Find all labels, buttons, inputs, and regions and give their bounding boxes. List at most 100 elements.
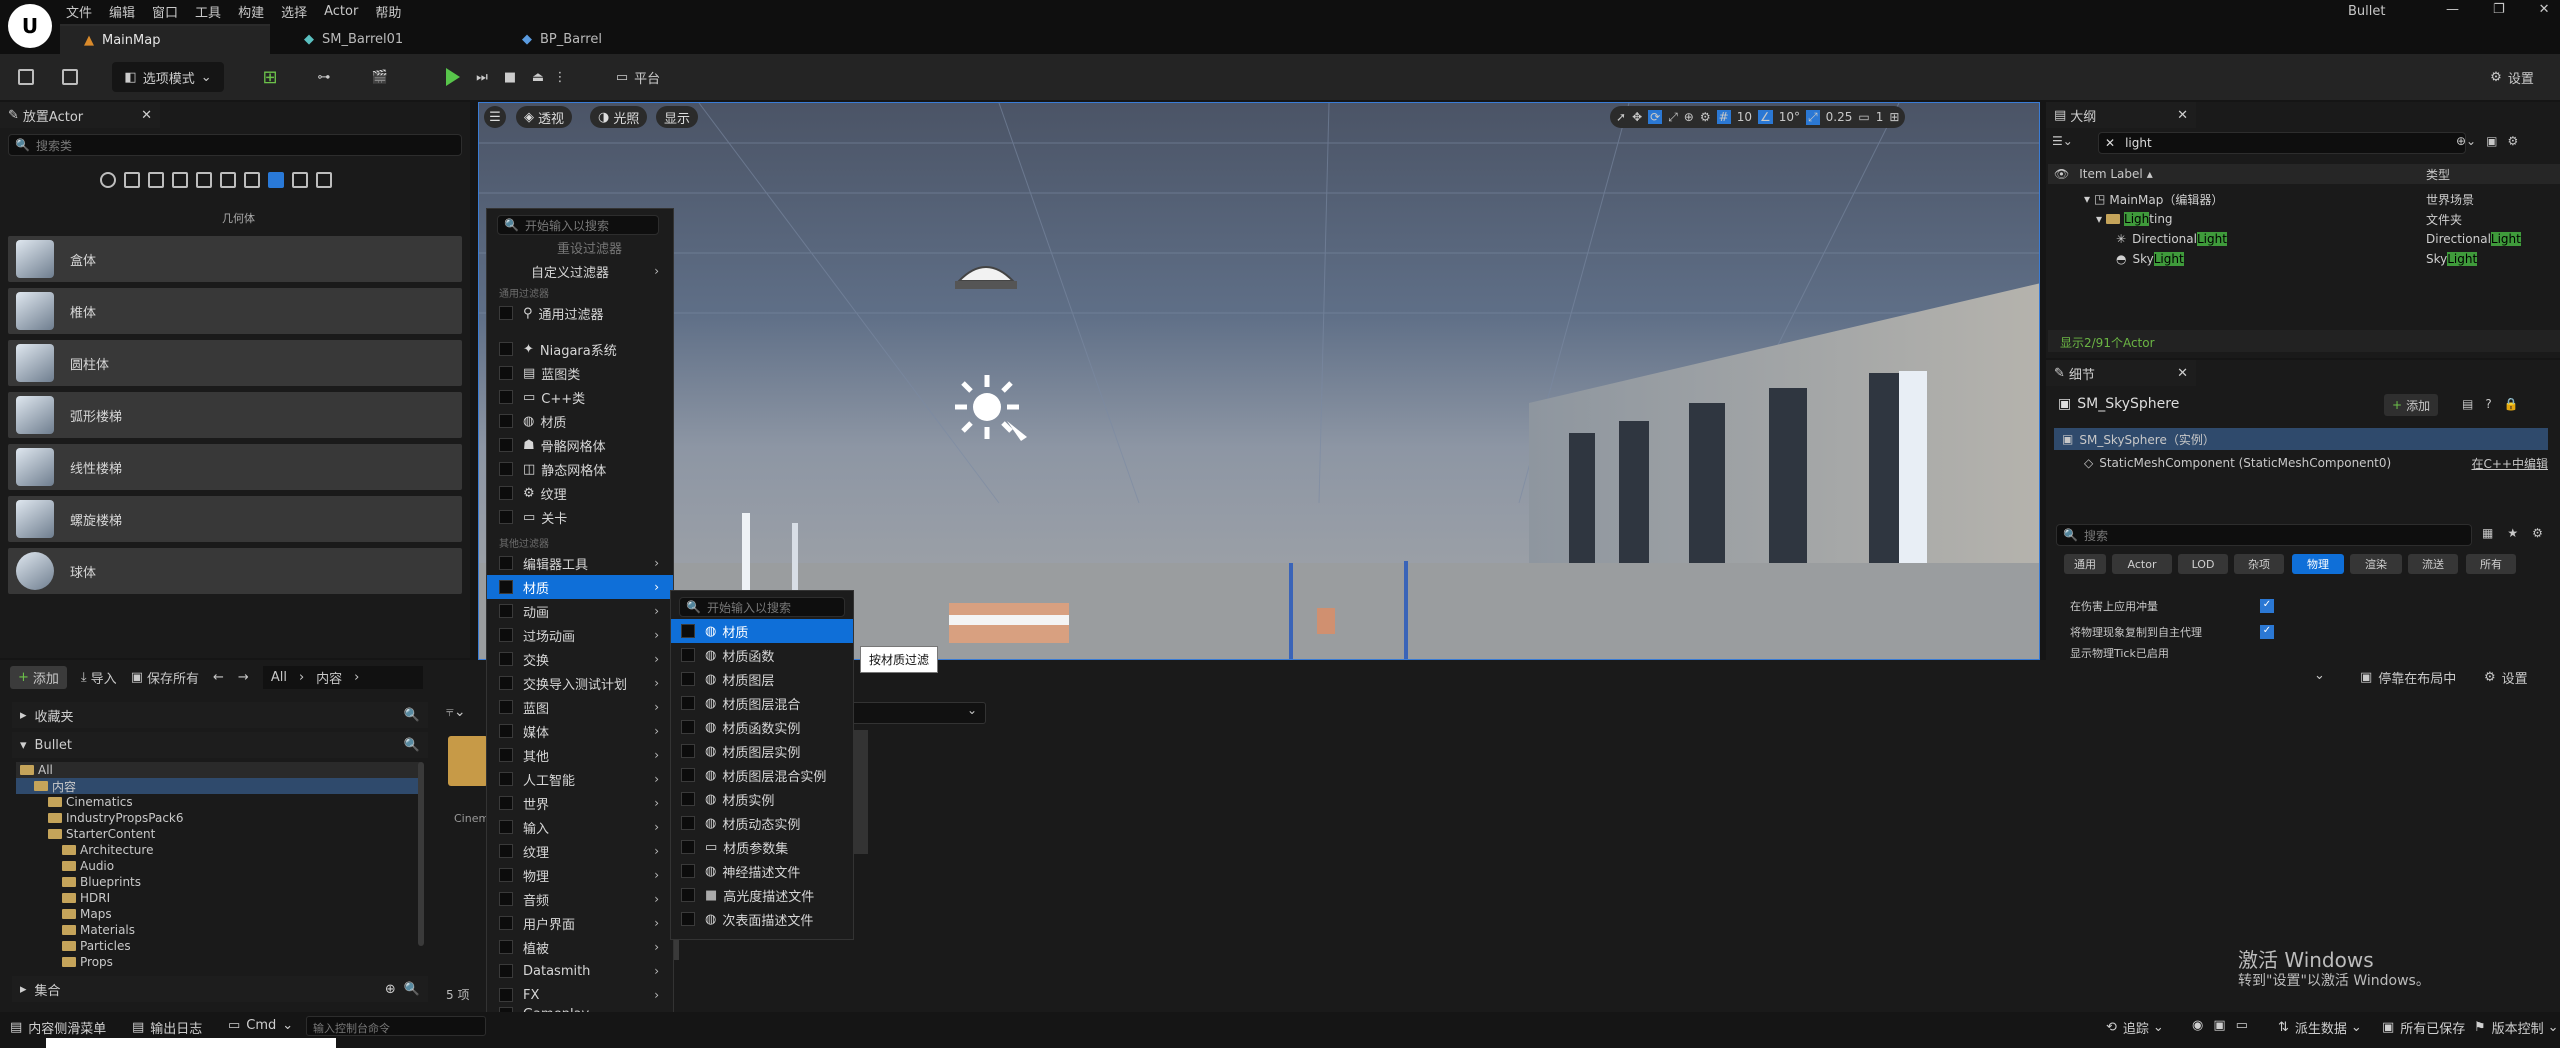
submenu-ai[interactable]: 人工智能 › bbox=[487, 767, 673, 791]
tab-sm-barrel01[interactable]: ◆ SM_Barrel01 bbox=[280, 24, 480, 54]
actor-search-input[interactable]: 🔍 搜索类 bbox=[8, 134, 462, 156]
submenu-media[interactable]: 媒体 › bbox=[487, 719, 673, 743]
collections-header[interactable]: ▸ 集合 ⊕ 🔍 bbox=[12, 976, 428, 1002]
clear-search-icon[interactable]: ✕ bbox=[2105, 136, 2115, 150]
submenu-interchange-test[interactable]: 交换导入测试计划 › bbox=[487, 671, 673, 695]
col-label[interactable]: Item Label bbox=[2079, 167, 2143, 181]
checkbox[interactable] bbox=[681, 888, 695, 902]
select-tool-icon[interactable]: ➚ bbox=[1616, 110, 1626, 124]
filter-niagara[interactable]: ✦ Niagara系统 bbox=[487, 337, 673, 361]
custom-filters-item[interactable]: 自定义过滤器 › bbox=[487, 259, 673, 283]
console-input[interactable]: 输入控制台命令 bbox=[306, 1016, 486, 1036]
category-general[interactable]: 通用 bbox=[2064, 554, 2106, 574]
submenu-physics[interactable]: 物理 › bbox=[487, 863, 673, 887]
back-icon[interactable]: ← bbox=[213, 670, 224, 685]
checkbox[interactable] bbox=[681, 744, 695, 758]
add-filter-icon[interactable]: ⊕⌄ bbox=[2456, 134, 2476, 148]
tree-item[interactable]: Maps bbox=[16, 906, 420, 922]
monitor-icon[interactable]: ▭ bbox=[2236, 1018, 2248, 1033]
filter-level[interactable]: ▭ 关卡 bbox=[487, 505, 673, 529]
maximize-viewport-icon[interactable]: ⊞ bbox=[1889, 110, 1899, 124]
mode-select-button[interactable]: ◧ 选项模式 ⌄ bbox=[112, 62, 224, 92]
component-instance-row[interactable]: ▣ SM_SkySphere（实例） bbox=[2054, 428, 2548, 450]
checkbox[interactable] bbox=[681, 648, 695, 662]
perspective-button[interactable]: ◈ 透视 bbox=[516, 106, 573, 128]
visual-effects-icon[interactable] bbox=[196, 172, 212, 188]
geometry-icon[interactable] bbox=[268, 172, 284, 188]
checkbox[interactable] bbox=[499, 486, 513, 500]
material-filter-item[interactable]: ◍ 材质 bbox=[671, 619, 853, 643]
submenu-animation[interactable]: 动画 › bbox=[487, 599, 673, 623]
filter-cpp[interactable]: ▭ C++类 bbox=[487, 385, 673, 409]
checkbox[interactable] bbox=[499, 892, 513, 906]
checkbox[interactable] bbox=[681, 864, 695, 878]
filter-blueprint[interactable]: ▤ 蓝图类 bbox=[487, 361, 673, 385]
checkbox[interactable] bbox=[499, 628, 513, 642]
stop-button[interactable]: ■ bbox=[498, 62, 522, 92]
lock-icon[interactable]: 🔒 bbox=[2504, 397, 2519, 411]
filter-skeletal-mesh[interactable]: ☗ 骨骼网格体 bbox=[487, 433, 673, 457]
component-row[interactable]: ◇ StaticMeshComponent (StaticMeshComponen… bbox=[2054, 452, 2548, 474]
checkbox[interactable] bbox=[499, 556, 513, 570]
outliner-row[interactable]: ◓ Sky Light SkyLight bbox=[2048, 249, 2560, 269]
checkbox-checked[interactable]: ✓ bbox=[2260, 625, 2274, 639]
dock-in-layout-button[interactable]: ▣ 停靠在布局中 bbox=[2360, 668, 2456, 687]
outliner-row[interactable]: ▾ ◳ MainMap（编辑器） 世界场景 bbox=[2048, 189, 2560, 209]
favorites-header[interactable]: ▸ 收藏夹 🔍 bbox=[12, 702, 428, 728]
menu-edit[interactable]: 编辑 bbox=[109, 2, 152, 21]
tree-item[interactable]: HDRI bbox=[16, 890, 420, 906]
all-saved-button[interactable]: ▣ 所有已保存 bbox=[2382, 1018, 2465, 1037]
tree-item[interactable]: All bbox=[16, 762, 420, 778]
checkbox[interactable] bbox=[499, 510, 513, 524]
grid-snap-icon[interactable]: # bbox=[1716, 110, 1731, 124]
content-browser-icon[interactable] bbox=[58, 62, 82, 92]
rotate-tool-icon[interactable]: ⟳ bbox=[1648, 110, 1663, 124]
cinematics-button[interactable]: 🎬 bbox=[360, 62, 400, 92]
add-component-button[interactable]: + 添加 bbox=[2384, 394, 2439, 416]
play-button[interactable] bbox=[440, 62, 466, 92]
submenu-other[interactable]: 其他 › bbox=[487, 743, 673, 767]
world-space-icon[interactable]: ⊕ bbox=[1684, 110, 1694, 124]
category-misc[interactable]: 杂项 bbox=[2234, 554, 2284, 574]
close-icon[interactable]: ✕ bbox=[141, 108, 152, 123]
scale-tool-icon[interactable]: ⤢ bbox=[1668, 110, 1678, 125]
add-collection-icon[interactable]: ⊕ bbox=[385, 982, 396, 997]
checkbox[interactable] bbox=[499, 700, 513, 714]
project-header[interactable]: ▾ Bullet 🔍 bbox=[12, 732, 428, 758]
outliner-row[interactable]: ▾ Ligh ting 文件夹 bbox=[2048, 209, 2560, 229]
visibility-icon[interactable]: 👁 bbox=[2054, 167, 2069, 181]
recent-icon[interactable] bbox=[100, 172, 116, 188]
category-streaming[interactable]: 流送 bbox=[2408, 554, 2458, 574]
minimize-button[interactable]: — bbox=[2446, 2, 2459, 17]
shapes-icon[interactable] bbox=[292, 172, 308, 188]
close-icon[interactable]: ✕ bbox=[2177, 366, 2188, 381]
record-icon[interactable]: ◉ bbox=[2192, 1018, 2203, 1033]
search-icon[interactable]: 🔍 bbox=[404, 708, 420, 723]
output-log-button[interactable]: ▤ 输出日志 bbox=[132, 1018, 202, 1037]
tree-item[interactable]: Blueprints bbox=[16, 874, 420, 890]
checkbox[interactable] bbox=[499, 844, 513, 858]
help-icon[interactable]: ? bbox=[2485, 397, 2491, 411]
grid-snap-value[interactable]: 10 bbox=[1737, 110, 1752, 124]
blueprint-icon[interactable]: ▤ bbox=[2462, 397, 2473, 411]
platform-button[interactable]: ▭ 平台 bbox=[602, 62, 674, 92]
submenu-audio[interactable]: 音频 › bbox=[487, 887, 673, 911]
save-icon[interactable] bbox=[14, 62, 38, 92]
filter-static-mesh[interactable]: ◫ 静态网格体 bbox=[487, 457, 673, 481]
submenu-cinematics[interactable]: 过场动画 › bbox=[487, 623, 673, 647]
material-filter-item[interactable]: ◍ 材质图层混合 bbox=[671, 691, 853, 715]
checkbox[interactable] bbox=[499, 820, 513, 834]
material-filter-item[interactable]: ◍ 材质函数 bbox=[671, 643, 853, 667]
unreal-logo[interactable]: U bbox=[8, 4, 52, 48]
maximize-button[interactable]: ❐ bbox=[2493, 2, 2505, 17]
content-drawer-button[interactable]: ▤ 内容侧滑菜单 bbox=[10, 1018, 106, 1037]
add-actor-button[interactable]: ⊞ bbox=[250, 62, 290, 92]
menu-help[interactable]: 帮助 bbox=[375, 2, 418, 21]
tree-item[interactable]: Architecture bbox=[16, 842, 420, 858]
submenu-input[interactable]: 输入 › bbox=[487, 815, 673, 839]
basic-icon[interactable] bbox=[124, 172, 140, 188]
play-options-button[interactable]: ⋮ bbox=[552, 62, 568, 92]
material-filter-item[interactable]: ■ 高光度描述文件 bbox=[671, 883, 853, 907]
checkbox[interactable] bbox=[681, 720, 695, 734]
filter-search-input[interactable]: 🔍 开始输入以搜索 bbox=[497, 215, 659, 235]
